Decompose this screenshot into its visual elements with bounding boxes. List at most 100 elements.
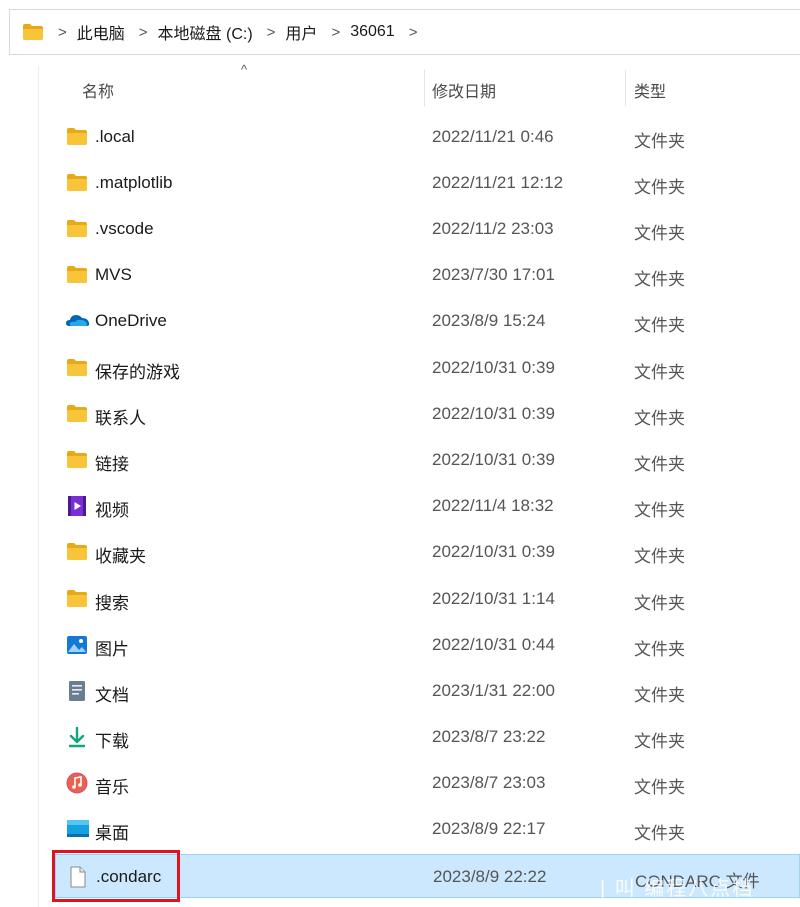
pictures-icon: [66, 634, 88, 656]
file-date: 2022/11/4 18:32: [432, 496, 554, 515]
file-row[interactable]: MVS 2023/7/30 17:01 文件夹: [55, 253, 800, 297]
file-row[interactable]: 下载 2023/8/7 23:22 文件夹: [55, 715, 800, 759]
file-name: .local: [95, 127, 135, 146]
file-type: 文件夹: [634, 732, 685, 751]
music-icon: [66, 772, 88, 794]
file-name: MVS: [95, 265, 132, 284]
file-type: 文件夹: [634, 640, 685, 659]
file-row[interactable]: 收藏夹 2022/10/31 0:39 文件夹: [55, 530, 800, 574]
column-divider[interactable]: [625, 70, 626, 106]
file-type: 文件夹: [634, 409, 685, 428]
folder-icon: [66, 449, 88, 471]
folder-icon: [66, 126, 88, 148]
file-name: 收藏夹: [95, 547, 146, 566]
file-date: 2023/8/9 15:24: [432, 311, 546, 330]
folder-icon: [66, 357, 88, 379]
folder-icon: [66, 264, 88, 286]
file-row[interactable]: 搜索 2022/10/31 1:14 文件夹: [55, 577, 800, 621]
file-row[interactable]: .local 2022/11/21 0:46 文件夹: [55, 115, 800, 159]
file-date: 2023/1/31 22:00: [432, 681, 555, 700]
videos-icon: [66, 495, 88, 517]
file-name: OneDrive: [95, 311, 167, 330]
red-highlight-box: [52, 850, 180, 902]
file-row[interactable]: 联系人 2022/10/31 0:39 文件夹: [55, 392, 800, 436]
folder-icon: [66, 541, 88, 563]
file-date: 2023/8/7 23:03: [432, 773, 546, 792]
file-row[interactable]: .vscode 2022/11/2 23:03 文件夹: [55, 207, 800, 251]
column-divider[interactable]: [424, 70, 425, 106]
chevron-right-icon[interactable]: >: [139, 24, 148, 41]
file-type: 文件夹: [634, 547, 685, 566]
file-date: 2022/11/21 0:46: [432, 127, 554, 146]
chevron-right-icon[interactable]: >: [331, 24, 340, 41]
file-date: 2022/10/31 0:39: [432, 404, 555, 423]
file-date: 2022/11/2 23:03: [432, 219, 554, 238]
file-type: 文件夹: [634, 270, 685, 289]
file-row[interactable]: 桌面 2023/8/9 22:17 文件夹: [55, 807, 800, 851]
chevron-right-icon[interactable]: >: [409, 24, 418, 41]
download-icon: [66, 726, 88, 748]
file-type: 文件夹: [634, 132, 685, 151]
watermark: | 叫 编程八点档: [600, 878, 755, 900]
file-date: 2022/10/31 1:14: [432, 589, 555, 608]
file-row[interactable]: OneDrive 2023/8/9 15:24 文件夹: [55, 299, 800, 343]
desktop-icon: [66, 818, 89, 840]
file-type: 文件夹: [634, 363, 685, 382]
column-name[interactable]: 名称: [82, 78, 114, 102]
file-date: 2022/10/31 0:39: [432, 542, 555, 561]
navigation-pane-divider: [38, 66, 39, 907]
sort-ascending-icon: ^: [241, 62, 248, 77]
folder-icon: [66, 172, 88, 194]
file-type: 文件夹: [634, 686, 685, 705]
file-name: 音乐: [95, 778, 129, 797]
breadcrumb-users[interactable]: 用户: [285, 20, 317, 44]
file-name: 视频: [95, 501, 129, 520]
file-row[interactable]: 图片 2022/10/31 0:44 文件夹: [55, 623, 800, 667]
file-row[interactable]: 保存的游戏 2022/10/31 0:39 文件夹: [55, 346, 800, 390]
breadcrumb-local-disk[interactable]: 本地磁盘 (C:): [158, 20, 253, 44]
file-row[interactable]: 文档 2023/1/31 22:00 文件夹: [55, 669, 800, 713]
folder-icon: [66, 218, 88, 240]
file-name: 保存的游戏: [95, 363, 180, 382]
file-type: 文件夹: [634, 824, 685, 843]
file-name: .vscode: [95, 219, 154, 238]
file-name: 文档: [95, 686, 129, 705]
file-name: .matplotlib: [95, 173, 173, 192]
file-name: 桌面: [95, 824, 129, 843]
onedrive-cloud-icon: [66, 310, 90, 332]
file-row[interactable]: .matplotlib 2022/11/21 12:12 文件夹: [55, 161, 800, 205]
folder-icon: [66, 403, 88, 425]
column-type[interactable]: 类型: [634, 78, 666, 102]
file-name: 链接: [95, 455, 129, 474]
column-date-modified[interactable]: 修改日期: [432, 78, 496, 102]
file-row[interactable]: 视频 2022/11/4 18:32 文件夹: [55, 484, 800, 528]
file-date: 2023/8/7 23:22: [432, 727, 546, 746]
file-name: 下载: [95, 732, 129, 751]
file-row[interactable]: 链接 2022/10/31 0:39 文件夹: [55, 438, 800, 482]
file-type: 文件夹: [634, 316, 685, 335]
file-type: 文件夹: [634, 455, 685, 474]
folder-icon: [66, 588, 88, 610]
file-date: 2022/10/31 0:39: [432, 358, 555, 377]
file-date: 2023/8/9 22:17: [432, 819, 546, 838]
file-row[interactable]: 音乐 2023/8/7 23:03 文件夹: [55, 761, 800, 805]
file-date: 2023/8/9 22:22: [433, 867, 547, 886]
breadcrumb-this-pc[interactable]: 此电脑: [77, 20, 125, 44]
file-name: 图片: [95, 640, 129, 659]
file-type: 文件夹: [634, 594, 685, 613]
file-name: 联系人: [95, 409, 146, 428]
column-header: ^ 名称 修改日期 类型: [0, 62, 800, 106]
file-name: 搜索: [95, 594, 129, 613]
file-date: 2023/7/30 17:01: [432, 265, 555, 284]
breadcrumb-user-folder[interactable]: 36061: [350, 23, 395, 41]
file-type: 文件夹: [634, 778, 685, 797]
file-type: 文件夹: [634, 501, 685, 520]
chevron-right-icon[interactable]: >: [267, 24, 276, 41]
file-date: 2022/10/31 0:44: [432, 635, 555, 654]
file-date: 2022/11/21 12:12: [432, 173, 564, 192]
chevron-right-icon: >: [58, 23, 67, 41]
address-bar[interactable]: > 此电脑 > 本地磁盘 (C:) > 用户 > 36061 >: [9, 9, 800, 55]
folder-icon: [23, 24, 43, 40]
documents-icon: [66, 680, 88, 702]
file-date: 2022/10/31 0:39: [432, 450, 555, 469]
